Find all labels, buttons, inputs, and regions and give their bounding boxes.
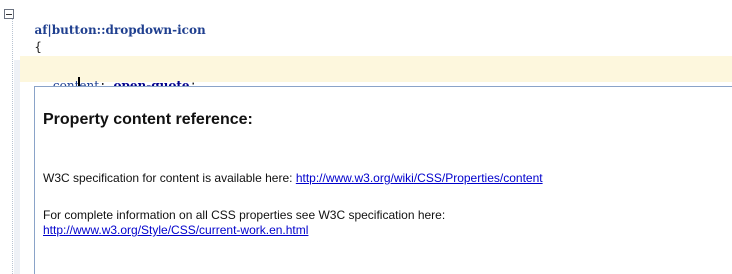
complete-link[interactable]: http://www.w3.org/Style/CSS/current-work… bbox=[43, 223, 308, 237]
spec-link[interactable]: http://www.w3.org/wiki/CSS/Properties/co… bbox=[296, 171, 543, 185]
code-line-open-brace[interactable]: { bbox=[20, 23, 42, 55]
open-brace: { bbox=[34, 40, 42, 54]
spec-line: W3C specification for content is availab… bbox=[43, 171, 543, 186]
complete-line: http://www.w3.org/Style/CSS/current-work… bbox=[43, 223, 308, 238]
documentation-popup: Property content reference: W3C specific… bbox=[34, 86, 732, 274]
collapse-icon[interactable] bbox=[4, 9, 14, 19]
complete-text: For complete information on all CSS prop… bbox=[43, 208, 446, 222]
spec-text: W3C specification for content is availab… bbox=[43, 171, 293, 185]
css-selector: af|button::dropdown-icon bbox=[34, 23, 206, 37]
fold-guide-line bbox=[12, 17, 13, 274]
code-line-current[interactable]: content: open-quote; bbox=[20, 56, 732, 95]
gutter-strip bbox=[14, 60, 20, 274]
popup-title: Property content reference: bbox=[43, 111, 253, 128]
code-line-selector[interactable]: af|button::dropdown-icon bbox=[20, 6, 206, 38]
